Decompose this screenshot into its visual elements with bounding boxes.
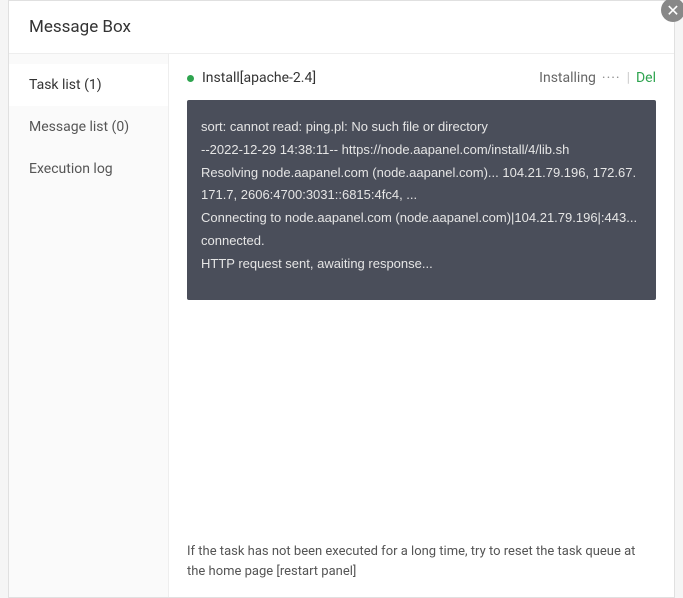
task-status: Installing xyxy=(539,70,596,86)
sidebar: Task list (1) Message list (0) Execution… xyxy=(9,54,169,597)
console-line: --2022-12-29 14:38:11-- https://node.aap… xyxy=(201,139,642,162)
restart-panel-link[interactable]: [restart panel] xyxy=(276,564,356,579)
sidebar-item-label: Message list (0) xyxy=(29,119,129,135)
modal-title: Message Box xyxy=(9,1,674,54)
footer-note: If the task has not been executed for a … xyxy=(187,542,656,581)
console-line: Connecting to node.aapanel.com (node.aap… xyxy=(201,207,642,253)
delete-task-link[interactable]: Del xyxy=(636,70,656,86)
console-line: HTTP request sent, awaiting response... xyxy=(201,253,642,276)
task-name: Install[apache-2.4] xyxy=(202,70,316,86)
sidebar-item-label: Execution log xyxy=(29,161,113,177)
sidebar-item-execution-log[interactable]: Execution log xyxy=(9,148,168,190)
close-button[interactable]: ✕ xyxy=(661,0,683,22)
close-icon: ✕ xyxy=(666,1,679,20)
sidebar-item-label: Task list (1) xyxy=(29,77,102,93)
console-line: Resolving node.aapanel.com (node.aapanel… xyxy=(201,162,642,208)
sidebar-item-message-list[interactable]: Message list (0) xyxy=(9,106,168,148)
divider: | xyxy=(627,70,630,86)
status-dot-icon xyxy=(187,75,194,82)
console-line: sort: cannot read: ping.pl: No such file… xyxy=(201,116,642,139)
sidebar-item-task-list[interactable]: Task list (1) xyxy=(9,64,168,106)
console-output: sort: cannot read: ping.pl: No such file… xyxy=(187,100,656,300)
content-panel: Install[apache-2.4] Installing ···· | De… xyxy=(169,54,674,597)
message-box-modal: Message Box Task list (1) Message list (… xyxy=(8,0,675,598)
spinner-icon: ···· xyxy=(602,70,621,86)
task-row: Install[apache-2.4] Installing ···· | De… xyxy=(187,70,656,86)
footer-text: If the task has not been executed for a … xyxy=(187,544,635,579)
